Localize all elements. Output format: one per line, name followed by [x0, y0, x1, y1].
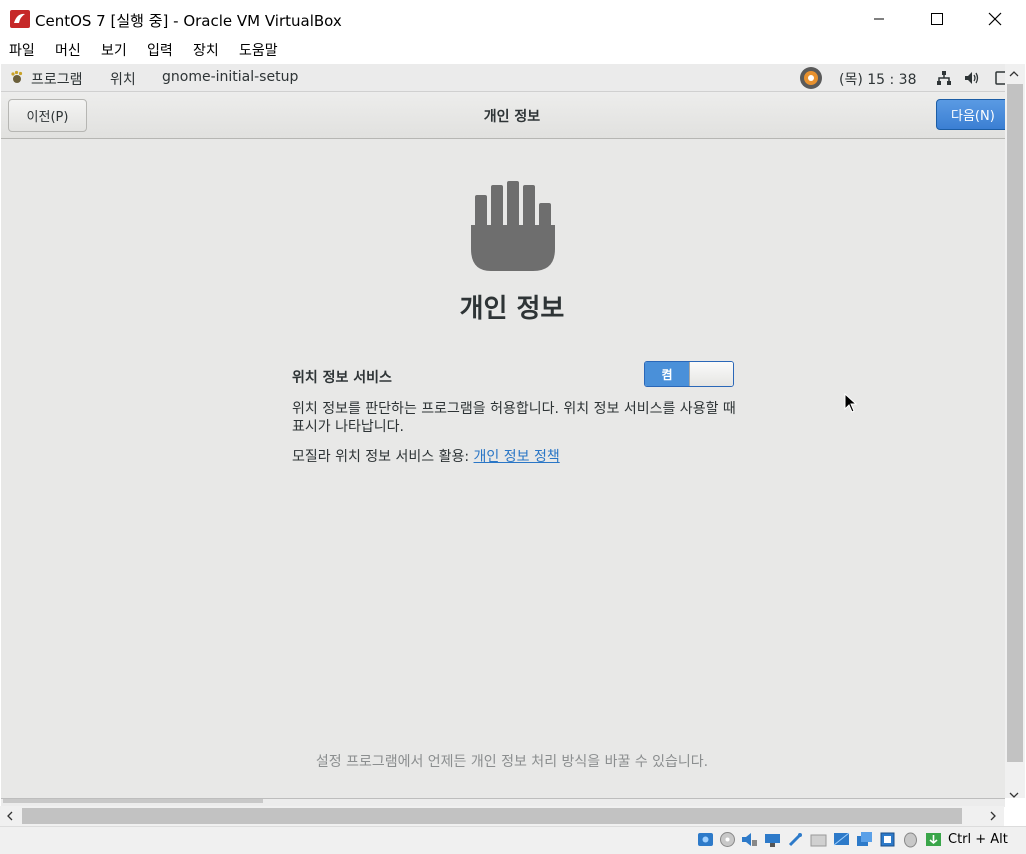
cpu-icon[interactable]: [879, 831, 896, 848]
footer-note: 설정 프로그램에서 언제든 개인 정보 처리 방식을 바꿀 수 있습니다.: [315, 754, 709, 770]
mozilla-location-text: 모질라 위치 정보 서비스 활용:: [292, 449, 474, 465]
network-adapter-icon[interactable]: [764, 831, 781, 848]
shared-folders-icon[interactable]: [810, 831, 827, 848]
places-menu[interactable]: 위치: [110, 69, 136, 89]
minimize-icon: [874, 18, 884, 20]
page-heading: 개인 정보: [459, 294, 565, 324]
location-services-description: 위치 정보를 판단하는 프로그램을 허용합니다. 위치 정보 서비스를 사용할 …: [292, 401, 736, 435]
menu-machine[interactable]: 머신: [55, 40, 81, 60]
scroll-right-icon[interactable]: [987, 810, 999, 822]
video-capture-icon[interactable]: [856, 831, 873, 848]
previous-button[interactable]: 이전(P): [8, 99, 87, 132]
mozilla-location-line: 모질라 위치 정보 서비스 활용: 개인 정보 정책: [292, 446, 560, 466]
scroll-down-icon[interactable]: [1008, 789, 1020, 801]
maximize-icon: [931, 13, 943, 25]
applications-menu[interactable]: 프로그램: [31, 69, 83, 89]
host-key-label: Ctrl + Alt: [948, 832, 1008, 847]
audio-icon[interactable]: [741, 831, 758, 848]
vertical-scroll-thumb[interactable]: [1007, 84, 1023, 762]
virtualbox-app-icon: [10, 10, 30, 28]
toggle-knob[interactable]: [689, 362, 733, 386]
display-icon[interactable]: [833, 831, 850, 848]
network-icon[interactable]: [936, 70, 952, 86]
toggle-on-label: 켬: [645, 362, 689, 386]
mouse-integration-icon[interactable]: [902, 831, 919, 848]
optical-drive-icon[interactable]: [719, 831, 736, 848]
next-button[interactable]: 다음(N): [936, 99, 1005, 130]
close-icon: [988, 12, 1002, 26]
close-button[interactable]: [966, 0, 1024, 38]
gnome-top-panel: 프로그램 위치 gnome-initial-setup (목) 15 : 38: [1, 64, 1005, 92]
menu-help[interactable]: 도움말: [239, 40, 278, 60]
horizontal-scroll-thumb[interactable]: [22, 808, 962, 824]
scroll-left-icon[interactable]: [4, 810, 16, 822]
minimize-button[interactable]: [850, 0, 908, 38]
menu-file[interactable]: 파일: [9, 40, 35, 60]
menu-devices[interactable]: 장치: [193, 40, 219, 60]
maximize-button[interactable]: [908, 0, 966, 38]
menu-input[interactable]: 입력: [147, 40, 173, 60]
app-name-menu[interactable]: gnome-initial-setup: [162, 69, 298, 85]
page-title: 개인 정보: [483, 109, 541, 125]
mouse-pointer-icon: [844, 393, 858, 413]
window-title: CentOS 7 [실행 중] - Oracle VM VirtualBox: [35, 12, 342, 30]
volume-icon[interactable]: [964, 70, 980, 86]
menu-view[interactable]: 보기: [101, 40, 127, 60]
clock[interactable]: (목) 15 : 38: [839, 69, 917, 89]
hard-disk-icon[interactable]: [697, 831, 714, 848]
usb-icon[interactable]: [787, 831, 804, 848]
privacy-hand-icon: [471, 181, 555, 271]
location-services-toggle[interactable]: 켬: [644, 361, 734, 387]
privacy-page: 개인 정보 위치 정보 서비스 켬 위치 정보를 판단하는 프로그램을 허용합니…: [1, 139, 1005, 798]
privacy-policy-link[interactable]: 개인 정보 정책: [474, 449, 560, 465]
keyboard-capture-icon[interactable]: [925, 831, 942, 848]
vm-inner-scroll-indicator: [3, 799, 263, 803]
gnome-foot-icon: [11, 70, 23, 83]
scroll-up-icon[interactable]: [1008, 68, 1020, 80]
input-method-icon[interactable]: [799, 66, 823, 90]
location-services-label: 위치 정보 서비스: [292, 370, 392, 386]
vm-display[interactable]: 프로그램 위치 gnome-initial-setup (목) 15 : 38 …: [1, 64, 1005, 798]
power-icon[interactable]: [995, 70, 1005, 86]
header-bar: 개인 정보 이전(P) 다음(N): [1, 92, 1005, 139]
